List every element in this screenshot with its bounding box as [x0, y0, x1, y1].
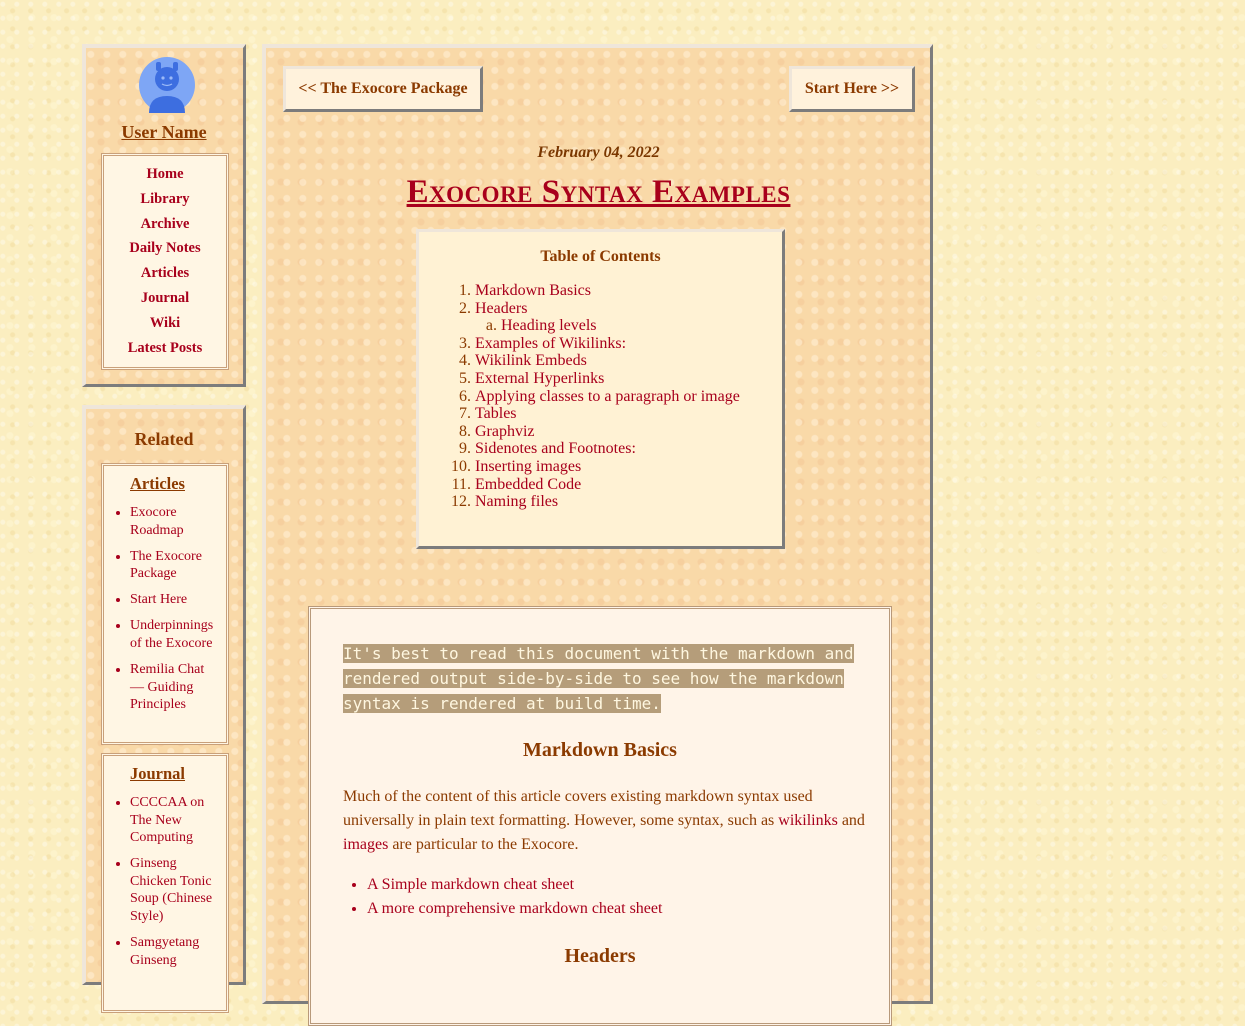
- toc-title: Table of Contents: [540, 248, 661, 265]
- related-articles-box: Articles Exocore Roadmap The Exocore Pac…: [101, 463, 229, 745]
- page-title[interactable]: Exocore Syntax Examples: [266, 174, 931, 211]
- nav-articles-link[interactable]: Articles: [141, 265, 189, 281]
- toc-link[interactable]: Embedded Code: [475, 476, 581, 493]
- toc-link[interactable]: External Hyperlinks: [475, 370, 604, 387]
- basics-text: are particular to the Exocore.: [392, 836, 579, 853]
- site-nav: Home Library Archive Daily Notes Article…: [101, 153, 229, 370]
- post-date: February 04, 2022: [537, 144, 660, 161]
- nav-latest-posts-link[interactable]: Latest Posts: [128, 340, 203, 356]
- cheat-sheet-link[interactable]: A Simple markdown cheat sheet: [367, 876, 574, 893]
- toc-link[interactable]: Examples of Wikilinks:: [475, 335, 626, 352]
- toc-link[interactable]: Inserting images: [475, 458, 581, 475]
- wikilinks-link[interactable]: wikilinks: [778, 812, 838, 829]
- table-of-contents: Table of Contents Markdown Basics Header…: [416, 229, 785, 549]
- user-panel: User Name Home Library Archive Daily Not…: [82, 44, 246, 387]
- toc-sublink[interactable]: Heading levels: [501, 317, 597, 334]
- related-articles-heading-link[interactable]: Articles: [130, 474, 185, 493]
- related-article-link[interactable]: Underpinnings of the Exocore: [130, 618, 213, 651]
- next-post-button[interactable]: Start Here >>: [789, 66, 915, 112]
- nav-daily-notes-link[interactable]: Daily Notes: [129, 240, 200, 256]
- article-panel: << The Exocore Package Start Here >> Feb…: [262, 44, 933, 1026]
- toc-link[interactable]: Wikilink Embeds: [475, 352, 587, 369]
- related-article-link[interactable]: The Exocore Package: [130, 549, 202, 582]
- related-journal-link[interactable]: Samgyetang Ginseng: [130, 935, 199, 968]
- prev-post-button[interactable]: << The Exocore Package: [283, 66, 483, 112]
- related-article-link[interactable]: Start Here: [130, 592, 187, 607]
- toc-link[interactable]: Applying classes to a paragraph or image: [475, 388, 740, 405]
- related-article-link[interactable]: Remilia Chat — Guiding Principles: [130, 662, 204, 712]
- images-link[interactable]: images: [343, 836, 388, 853]
- nav-archive-link[interactable]: Archive: [141, 216, 190, 232]
- toc-link[interactable]: Graphviz: [475, 423, 535, 440]
- related-journal-box: Journal CCCCAA on The New Computing Gins…: [101, 753, 229, 1013]
- toc-link[interactable]: Markdown Basics: [475, 282, 591, 299]
- cheat-sheet-link[interactable]: A more comprehensive markdown cheat shee…: [367, 900, 662, 917]
- nav-home-link[interactable]: Home: [146, 166, 183, 182]
- basics-text: and: [841, 812, 865, 829]
- related-journal-link[interactable]: CCCCAA on The New Computing: [130, 795, 204, 845]
- next-post-link[interactable]: Start Here >>: [805, 80, 899, 97]
- toc-link[interactable]: Headers: [475, 300, 527, 317]
- related-heading: Related: [134, 429, 194, 449]
- user-avatar-icon[interactable]: [138, 56, 196, 114]
- nav-wiki-link[interactable]: Wiki: [150, 315, 180, 331]
- intro-note-text: It's best to read this document with the…: [343, 644, 854, 713]
- toc-link[interactable]: Tables: [475, 405, 517, 422]
- nav-journal-link[interactable]: Journal: [141, 290, 189, 306]
- related-panel: Related Articles Exocore Roadmap The Exo…: [82, 405, 246, 1013]
- nav-library-link[interactable]: Library: [140, 191, 189, 207]
- toc-list: Markdown Basics Headers Heading levels E…: [419, 282, 740, 511]
- markdown-basics-paragraph: Much of the content of this article cove…: [343, 785, 873, 857]
- related-journal-link[interactable]: Ginseng Chicken Tonic Soup (Chinese Styl…: [130, 856, 212, 924]
- basics-text: Much of the content of this article cove…: [343, 788, 813, 829]
- prev-post-link[interactable]: << The Exocore Package: [298, 80, 467, 97]
- user-name-link[interactable]: User Name: [86, 122, 242, 143]
- toc-link[interactable]: Naming files: [475, 493, 558, 510]
- heading-headers: Headers: [564, 945, 636, 967]
- toc-link[interactable]: Sidenotes and Footnotes:: [475, 440, 636, 457]
- article-content: It's best to read this document with the…: [308, 606, 892, 1026]
- cheat-sheet-list: A Simple markdown cheat sheet A more com…: [343, 873, 662, 921]
- related-journal-heading-link[interactable]: Journal: [130, 764, 185, 783]
- intro-note: It's best to read this document with the…: [343, 641, 855, 716]
- heading-markdown-basics: Markdown Basics: [523, 739, 677, 761]
- related-article-link[interactable]: Exocore Roadmap: [130, 505, 184, 538]
